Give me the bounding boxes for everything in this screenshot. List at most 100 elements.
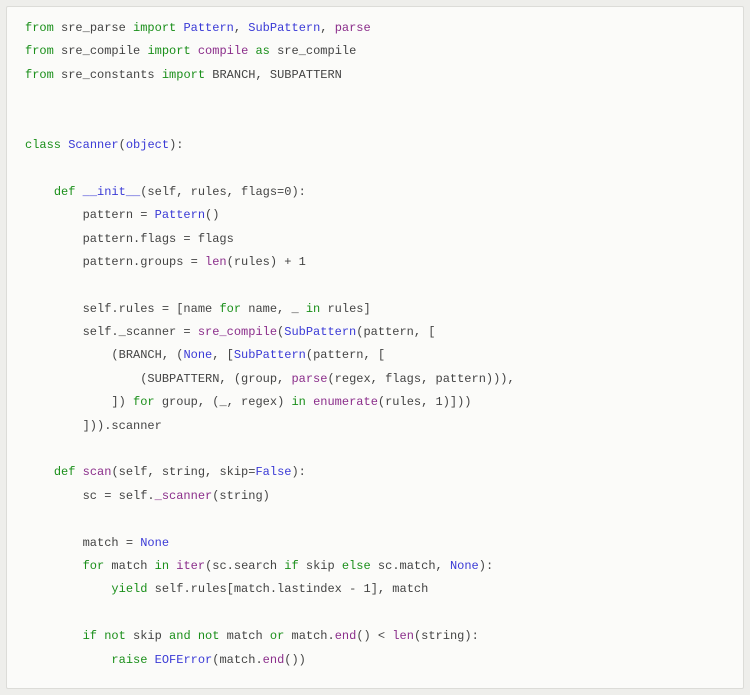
code-line: [25, 274, 725, 297]
code-token: ])).scanner: [25, 419, 162, 433]
code-token: , [: [212, 348, 234, 362]
code-token: in: [155, 559, 177, 573]
code-line: yield self.rules[match.lastindex - 1], m…: [25, 578, 725, 601]
code-token: ()): [284, 653, 306, 667]
code-line: class Scanner(object):: [25, 134, 725, 157]
code-line: pattern = Pattern(): [25, 204, 725, 227]
code-line: def scan(self, string, skip=False):: [25, 461, 725, 484]
code-token: ,: [234, 21, 248, 35]
code-line: [25, 111, 725, 134]
code-token: class: [25, 138, 68, 152]
code-token: from: [25, 68, 61, 82]
code-token: 1: [363, 582, 370, 596]
code-token: in: [306, 302, 328, 316]
code-token: len: [205, 255, 227, 269]
code-token: import: [162, 68, 212, 82]
code-token: sc = self.: [25, 489, 155, 503]
code-token: iter: [176, 559, 205, 573]
code-token: parse: [291, 372, 327, 386]
code-token: SubPattern: [248, 21, 320, 35]
code-token: raise: [111, 653, 154, 667]
code-token: in: [291, 395, 313, 409]
code-token: False: [255, 465, 291, 479]
code-token: sre_compile: [277, 44, 356, 58]
code-line: if not skip and not match or match.end()…: [25, 625, 725, 648]
code-token: BRANCH, SUBPATTERN: [212, 68, 342, 82]
code-token: sc.match,: [378, 559, 450, 573]
code-token: def: [54, 185, 83, 199]
code-token: pattern.flags = flags: [25, 232, 234, 246]
code-token: sre_constants: [61, 68, 162, 82]
code-token: (self, rules, flags=: [140, 185, 284, 199]
code-token: rules]: [327, 302, 370, 316]
code-token: len: [392, 629, 414, 643]
code-token: Scanner: [68, 138, 118, 152]
code-token: import: [147, 44, 197, 58]
code-token: (pattern, [: [306, 348, 385, 362]
code-token: ):: [479, 559, 493, 573]
code-token: name, _: [248, 302, 306, 316]
code-line: from sre_compile import compile as sre_c…: [25, 40, 725, 63]
code-line: self._scanner = sre_compile(SubPattern(p…: [25, 321, 725, 344]
code-token: ):: [169, 138, 183, 152]
code-line: sc = self._scanner(string): [25, 485, 725, 508]
code-token: from: [25, 44, 61, 58]
code-token: match: [227, 629, 270, 643]
code-token: () <: [356, 629, 392, 643]
code-token: from: [25, 21, 61, 35]
code-token: self._scanner =: [25, 325, 198, 339]
code-token: self.rules[match.lastindex -: [155, 582, 364, 596]
code-token: _scanner: [155, 489, 213, 503]
code-line: from sre_parse import Pattern, SubPatter…: [25, 17, 725, 40]
code-token: sre_parse: [61, 21, 133, 35]
code-token: def: [54, 465, 83, 479]
code-line: self.rules = [name for name, _ in rules]: [25, 298, 725, 321]
code-token: ):: [291, 185, 305, 199]
code-line: [25, 87, 725, 110]
code-line: (SUBPATTERN, (group, parse(regex, flags,…: [25, 368, 725, 391]
code-token: [25, 582, 111, 596]
code-token: (string): [212, 489, 270, 503]
code-token: [25, 465, 54, 479]
code-token: (: [119, 138, 126, 152]
code-line: pattern.groups = len(rules) + 1: [25, 251, 725, 274]
code-token: [25, 559, 83, 573]
code-token: not: [198, 629, 227, 643]
code-token: (rules) +: [227, 255, 299, 269]
code-token: None: [140, 536, 169, 550]
code-token: compile: [198, 44, 248, 58]
code-token: match: [111, 559, 154, 573]
code-token: (): [205, 208, 219, 222]
code-block: from sre_parse import Pattern, SubPatter…: [6, 6, 744, 689]
code-token: parse: [335, 21, 371, 35]
code-token: yield: [111, 582, 154, 596]
code-token: EOFError: [155, 653, 213, 667]
code-token: for: [219, 302, 248, 316]
code-token: and: [169, 629, 198, 643]
code-token: skip: [306, 559, 342, 573]
code-token: scan: [83, 465, 112, 479]
code-token: skip: [133, 629, 169, 643]
code-token: (rules,: [378, 395, 436, 409]
code-token: end: [263, 653, 285, 667]
code-token: for: [83, 559, 112, 573]
code-token: __init__: [83, 185, 141, 199]
code-token: ]): [25, 395, 133, 409]
code-token: sre_compile: [198, 325, 277, 339]
code-token: self.rules = [name: [25, 302, 219, 316]
code-token: )])): [443, 395, 472, 409]
code-token: [25, 629, 83, 643]
code-line: [25, 438, 725, 461]
code-token: (BRANCH, (: [25, 348, 183, 362]
code-token: if: [284, 559, 306, 573]
code-line: ]) for group, (_, regex) in enumerate(ru…: [25, 391, 725, 414]
code-token: 1: [299, 255, 306, 269]
code-token: (regex, flags, pattern))),: [327, 372, 514, 386]
code-token: ):: [291, 465, 305, 479]
code-line: (BRANCH, (None, [SubPattern(pattern, [: [25, 344, 725, 367]
code-token: group, (_, regex): [162, 395, 292, 409]
code-line: def __init__(self, rules, flags=0):: [25, 181, 725, 204]
code-token: SubPattern: [234, 348, 306, 362]
code-token: pattern =: [25, 208, 155, 222]
code-line: ])).scanner: [25, 415, 725, 438]
